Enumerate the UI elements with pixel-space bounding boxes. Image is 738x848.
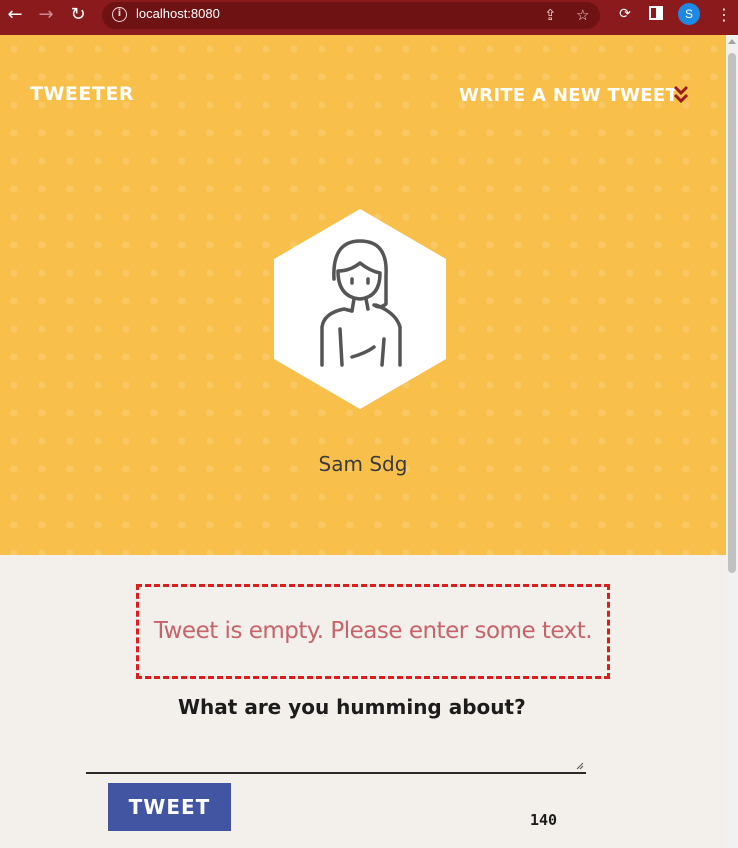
profile-header: TWEETER WRITE A NEW TWEET Sam Sdg xyxy=(0,35,726,555)
address-bar[interactable]: i localhost:8080 ⇪ ☆ xyxy=(102,2,600,29)
error-message: Tweet is empty. Please enter some text. xyxy=(153,618,593,644)
scrollbar-thumb[interactable] xyxy=(728,53,736,573)
double-chevron-down-icon[interactable] xyxy=(673,85,689,105)
url-text[interactable]: localhost:8080 xyxy=(136,6,220,21)
brand-logo[interactable]: TWEETER xyxy=(30,83,134,105)
tweet-textarea[interactable] xyxy=(86,730,586,774)
reload-icon[interactable]: ↻ xyxy=(66,4,90,26)
profile-name: Sam Sdg xyxy=(318,452,408,476)
error-message-box: Tweet is empty. Please enter some text. xyxy=(136,584,610,679)
share-icon[interactable]: ⇪ xyxy=(544,6,557,24)
menu-icon[interactable]: ⋮ xyxy=(716,5,732,24)
resize-handle-icon[interactable] xyxy=(576,762,584,770)
scrollbar[interactable] xyxy=(726,35,738,848)
back-arrow-icon[interactable]: ← xyxy=(3,4,27,26)
scroll-up-icon[interactable] xyxy=(728,39,736,44)
character-counter: 140 xyxy=(530,811,558,829)
star-icon[interactable]: ☆ xyxy=(576,6,589,24)
write-new-tweet-link[interactable]: WRITE A NEW TWEET xyxy=(459,85,678,106)
browser-toolbar: ← → ↻ i localhost:8080 ⇪ ☆ ⟳ S ⋮ xyxy=(0,0,738,35)
extension-icon[interactable]: ⟳ xyxy=(616,6,634,24)
tweet-submit-button[interactable]: TWEET xyxy=(108,783,231,831)
info-icon[interactable]: i xyxy=(112,7,127,22)
profile-avatar[interactable]: S xyxy=(678,3,700,25)
forward-arrow-icon[interactable]: → xyxy=(34,4,58,26)
avatar xyxy=(274,209,446,409)
tweet-prompt-label: What are you humming about? xyxy=(178,695,526,719)
sidebar-icon[interactable] xyxy=(647,6,665,24)
